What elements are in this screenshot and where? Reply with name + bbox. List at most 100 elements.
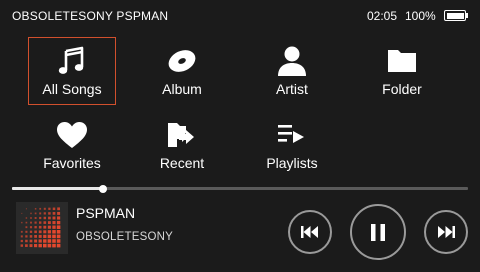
- progress-bar[interactable]: [12, 184, 468, 193]
- previous-track-icon: [301, 226, 318, 238]
- album-art-dot: [43, 207, 46, 210]
- album-art-dot: [25, 221, 28, 224]
- disc-icon: [138, 46, 226, 76]
- folder-icon: [358, 46, 446, 76]
- album-art-dot: [29, 244, 33, 248]
- menu-item-label: Playlists: [266, 155, 318, 171]
- album-art-dot: [43, 221, 47, 224]
- album-art-dot: [20, 244, 24, 247]
- music-note-icon: [29, 46, 115, 76]
- menu-item-label: Favorites: [43, 155, 101, 171]
- album-art-dot: [30, 217, 32, 219]
- album-art-dot: [38, 230, 42, 234]
- album-art-dot: [20, 239, 23, 243]
- album-art-dot: [25, 235, 28, 238]
- status-bar: OBSOLETESONY PSPMAN 02:05 100%: [0, 0, 480, 32]
- album-art-dot: [47, 230, 52, 234]
- menu-item-label: Recent: [159, 155, 205, 171]
- album-art-dot: [34, 239, 38, 243]
- album-art-dot: [52, 221, 56, 225]
- album-art-dot: [47, 225, 51, 229]
- album-art-dot: [52, 243, 56, 248]
- menu-item-playlists[interactable]: Playlists: [248, 111, 336, 179]
- battery-icon: [444, 10, 466, 21]
- album-art-dot: [52, 239, 56, 243]
- track-title: PSPMAN: [76, 205, 136, 221]
- album-art-dot: [34, 230, 37, 234]
- album-art-dot: [34, 226, 37, 229]
- album-art-dot: [57, 216, 61, 220]
- album-art-dot: [43, 225, 47, 229]
- menu-item-folder[interactable]: Folder: [358, 37, 446, 105]
- album-art-dot: [29, 239, 33, 243]
- next-button[interactable]: [424, 210, 468, 254]
- progress-handle[interactable]: [99, 184, 108, 193]
- previous-button[interactable]: [288, 210, 332, 254]
- album-art-dot: [34, 235, 37, 238]
- album-art-dot: [39, 216, 42, 220]
- album-art-dot: [43, 212, 46, 215]
- album-art-dot: [20, 230, 23, 233]
- clock: 02:05: [367, 9, 398, 23]
- next-track-icon: [438, 226, 455, 238]
- album-art-dot: [34, 208, 37, 210]
- album-art-dot: [43, 216, 47, 220]
- album-art-dot: [57, 207, 60, 211]
- album-art-dot: [52, 212, 56, 215]
- album-art-dot: [47, 239, 52, 243]
- album-art: [16, 202, 68, 254]
- menu-item-recent[interactable]: Recent: [138, 111, 226, 179]
- menu-item-artist[interactable]: Artist: [248, 37, 336, 105]
- album-art-dot: [34, 217, 37, 219]
- heart-icon: [28, 120, 116, 150]
- album-art-dot: [34, 212, 37, 215]
- album-art-dot: [52, 216, 56, 220]
- album-art-dot: [30, 212, 32, 215]
- album-art-dot: [57, 211, 61, 215]
- album-art-dot: [56, 243, 61, 248]
- album-art-dot: [52, 207, 56, 211]
- progress-fill: [12, 187, 104, 190]
- pause-button[interactable]: [350, 204, 406, 260]
- device-name: OBSOLETESONY PSPMAN: [12, 9, 169, 23]
- album-art-dot: [43, 230, 47, 234]
- menu-item-album[interactable]: Album: [138, 37, 226, 105]
- album-art-dot: [34, 244, 38, 248]
- album-art-dot: [39, 221, 42, 224]
- album-art-dot: [39, 207, 42, 210]
- battery-terminal: [466, 13, 468, 18]
- album-art-dot: [52, 234, 56, 239]
- album-art-dot: [25, 226, 28, 229]
- album-art-dot: [30, 221, 32, 224]
- menu-item-label: Artist: [276, 81, 308, 97]
- menu-item-label: Album: [162, 81, 202, 97]
- menu-item-all-songs[interactable]: All Songs: [28, 37, 116, 105]
- album-art-dot: [29, 230, 33, 233]
- album-art-dot: [25, 239, 28, 243]
- recent-files-icon: [138, 120, 226, 150]
- album-art-dot: [48, 212, 51, 215]
- album-art-dot: [20, 235, 23, 238]
- album-art-dot: [38, 225, 42, 229]
- album-art-dot: [52, 230, 56, 234]
- album-art-dot: [48, 207, 51, 210]
- album-art-dot: [56, 220, 61, 225]
- album-art-dot: [25, 208, 27, 210]
- album-art-dot: [39, 212, 42, 215]
- album-art-dot: [47, 234, 52, 239]
- album-art-dot: [25, 217, 28, 219]
- album-art-dot: [38, 234, 42, 238]
- album-art-dot: [21, 221, 23, 224]
- track-artist: OBSOLETESONY: [76, 231, 173, 243]
- album-art-dot: [56, 230, 61, 234]
- album-art-dot: [21, 212, 23, 214]
- album-art-dot: [34, 221, 37, 224]
- album-art-dot: [29, 235, 33, 238]
- album-art-dot: [48, 216, 51, 220]
- playlist-icon: [248, 120, 336, 150]
- album-art-dot: [56, 234, 61, 239]
- person-icon: [248, 46, 336, 76]
- menu-item-favorites[interactable]: Favorites: [28, 111, 116, 179]
- album-art-dot: [25, 244, 28, 247]
- album-art-dot: [56, 225, 61, 229]
